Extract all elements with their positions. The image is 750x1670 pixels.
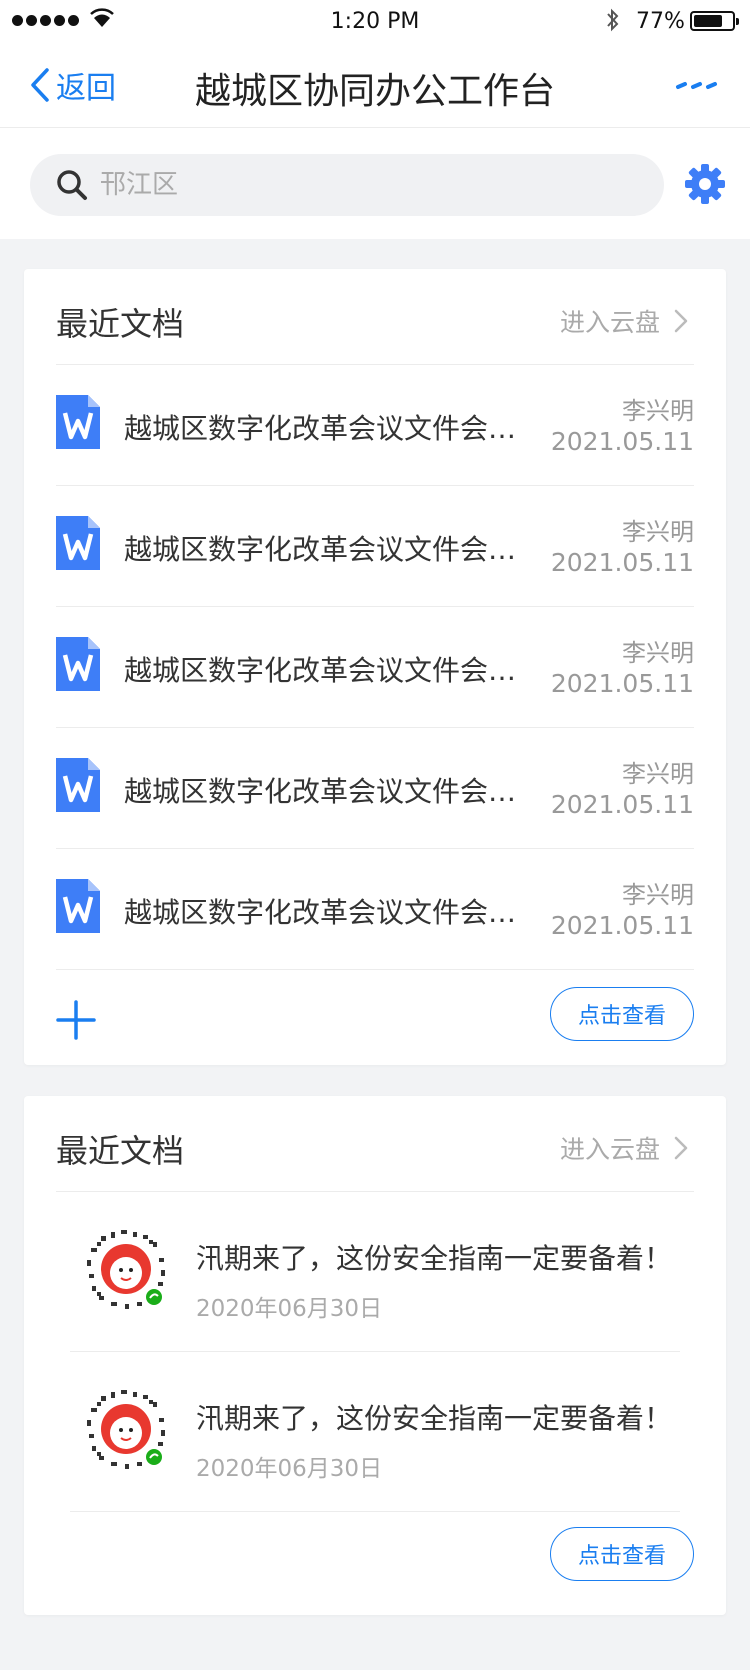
enter-cloud-label: 进入云盘 <box>559 1135 660 1164</box>
document-date: 2021.05.11 <box>550 548 694 577</box>
enter-cloud-label: 进入云盘 <box>559 308 660 337</box>
battery-icon <box>690 11 739 31</box>
word-document-icon <box>56 516 100 570</box>
article-list: 汛期来了，这份安全指南一定要备着！ 2020年06月30日 汛期来了，这份安全指… <box>70 1192 680 1512</box>
document-name: 越城区数字化改革会议文件会议文件 <box>124 533 519 566</box>
document-name: 越城区数字化改革会议文件会议文件 <box>124 896 519 929</box>
document-row[interactable]: 越城区数字化改革会议文件会议文件 李兴明 2021.05.11 <box>56 728 694 849</box>
document-author: 李兴明 <box>622 881 694 909</box>
recent-documents-card: 最近文档 进入云盘 越城区数字化改革会议文件会议文件 李兴明 2021.05.1… <box>24 269 726 1065</box>
status-bar: 1:20 PM 77% <box>0 0 750 44</box>
search-area <box>0 128 750 239</box>
bluetooth-icon <box>607 8 619 32</box>
card-header: 最近文档 进入云盘 <box>56 269 694 365</box>
document-row[interactable]: 越城区数字化改革会议文件会议文件 李兴明 2021.05.11 <box>56 849 694 970</box>
enter-cloud-link[interactable]: 进入云盘 <box>560 303 688 339</box>
article-title: 汛期来了，这份安全指南一定要备着！ <box>196 1242 673 1275</box>
article-row[interactable]: 汛期来了，这份安全指南一定要备着！ 2020年06月30日 <box>70 1352 680 1512</box>
document-row[interactable]: 越城区数字化改革会议文件会议文件 李兴明 2021.05.11 <box>56 607 694 728</box>
article-title: 汛期来了，这份安全指南一定要备着！ <box>196 1402 673 1435</box>
view-button[interactable]: 点击查看 <box>550 1527 694 1581</box>
gear-icon[interactable] <box>684 163 726 205</box>
more-dots-icon[interactable] <box>672 72 722 102</box>
document-row[interactable]: 越城区数字化改革会议文件会议文件 李兴明 2021.05.11 <box>56 486 694 607</box>
document-date: 2021.05.11 <box>550 669 694 698</box>
document-date: 2021.05.11 <box>550 790 694 819</box>
document-list: 越城区数字化改革会议文件会议文件 李兴明 2021.05.11 越城区数字化改革… <box>56 365 694 970</box>
article-date: 2020年06月30日 <box>196 1296 383 1322</box>
nav-bar: 返回 越城区协同办公工作台 <box>0 44 750 128</box>
document-date: 2021.05.11 <box>550 911 694 940</box>
document-author: 李兴明 <box>622 639 694 667</box>
battery-percent: 77% <box>636 9 685 34</box>
document-name: 越城区数字化改革会议文件会议文件 <box>124 654 519 687</box>
document-author: 李兴明 <box>622 397 694 425</box>
back-label: 返回 <box>56 71 116 106</box>
search-icon <box>56 169 88 201</box>
document-author: 李兴明 <box>622 518 694 546</box>
chevron-right-icon <box>674 309 688 333</box>
document-date: 2021.05.11 <box>550 427 694 456</box>
card-title: 最近文档 <box>56 1132 185 1170</box>
mini-program-qr-icon <box>84 1387 168 1471</box>
enter-cloud-link[interactable]: 进入云盘 <box>560 1130 688 1166</box>
word-document-icon <box>56 637 100 691</box>
document-name: 越城区数字化改革会议文件会议文件 <box>124 775 519 808</box>
plus-icon[interactable] <box>56 1000 96 1040</box>
article-row[interactable]: 汛期来了，这份安全指南一定要备着！ 2020年06月30日 <box>70 1192 680 1352</box>
word-document-icon <box>56 879 100 933</box>
search-box[interactable] <box>30 154 664 216</box>
word-document-icon <box>56 395 100 449</box>
card-header: 最近文档 进入云盘 <box>56 1096 694 1192</box>
recent-articles-card: 最近文档 进入云盘 汛期来了，这份安全指南一定要备着！ 2020年06月30日 … <box>24 1096 726 1615</box>
chevron-right-icon <box>674 1136 688 1160</box>
document-author: 李兴明 <box>622 760 694 788</box>
card-title: 最近文档 <box>56 305 185 343</box>
card-footer: 点击查看 <box>56 1510 694 1620</box>
card-footer: 点击查看 <box>56 970 694 1080</box>
back-button[interactable]: 返回 <box>30 62 116 108</box>
document-row[interactable]: 越城区数字化改革会议文件会议文件 李兴明 2021.05.11 <box>56 365 694 486</box>
search-input[interactable] <box>100 170 600 200</box>
document-name: 越城区数字化改革会议文件会议文件 <box>124 412 519 445</box>
article-date: 2020年06月30日 <box>196 1456 383 1482</box>
view-button[interactable]: 点击查看 <box>550 987 694 1041</box>
mini-program-qr-icon <box>84 1227 168 1311</box>
word-document-icon <box>56 758 100 812</box>
chevron-left-icon <box>31 68 49 102</box>
